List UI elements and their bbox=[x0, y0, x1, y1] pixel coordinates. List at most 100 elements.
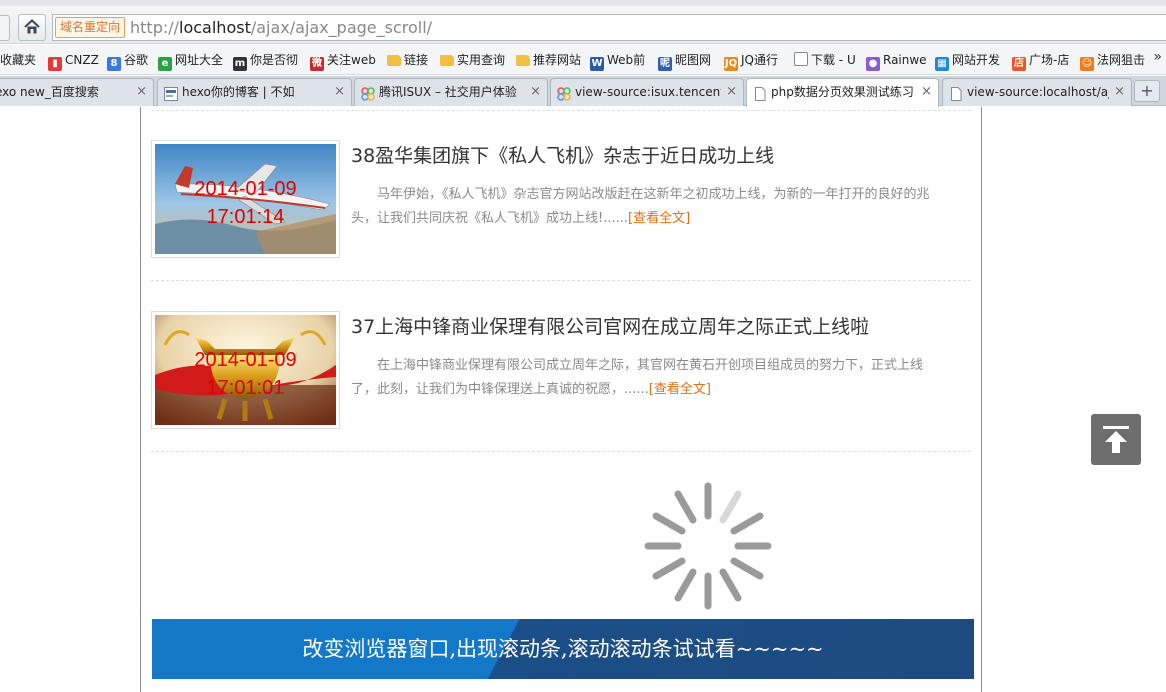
spinner-bar bbox=[652, 512, 686, 535]
browser-tab[interactable]: exo new_百度搜索 × bbox=[0, 78, 154, 106]
bookmark-label: 网站开发 bbox=[952, 53, 1001, 67]
folder-icon bbox=[440, 55, 454, 66]
bookmark-item[interactable]: ● Rainwe bbox=[866, 52, 927, 71]
address-bar[interactable]: 域名重定向 http://localhost/ajax/ajax_page_sc… bbox=[52, 14, 1166, 41]
new-tab-button[interactable]: + bbox=[1134, 80, 1160, 102]
spinner-bar bbox=[730, 512, 764, 535]
post-time: 17:01:01 bbox=[206, 377, 285, 399]
bookmarks-more-button[interactable]: » bbox=[1153, 49, 1162, 65]
bookmark-label: 链接 bbox=[404, 53, 429, 67]
post-time: 17:01:14 bbox=[206, 206, 285, 228]
article-item: 2014-01-09 17:01:14 38盈华集团旗下《私人飞机》杂志于近日成… bbox=[151, 140, 971, 260]
tab-close-button[interactable]: × bbox=[334, 84, 345, 99]
address-toolbar: 域名重定向 http://localhost/ajax/ajax_page_sc… bbox=[0, 0, 1166, 44]
bookmark-label: Web前 bbox=[607, 53, 646, 67]
spinner-bar bbox=[674, 568, 697, 602]
home-button[interactable] bbox=[18, 14, 46, 41]
browser-tab[interactable]: hexo你的博客 | 不如 × bbox=[157, 78, 352, 106]
weibo-icon: 微 bbox=[310, 57, 324, 71]
bookmark-label: 收藏夹 bbox=[0, 53, 37, 67]
bookmark-item[interactable]: 实用查询 bbox=[440, 52, 505, 68]
isux-icon bbox=[361, 86, 375, 101]
browser-tab[interactable]: 腾讯ISUX – 社交用户体验 × bbox=[354, 78, 548, 106]
page-icon bbox=[794, 52, 808, 66]
bookmark-label: 法网狙击 bbox=[1097, 53, 1146, 67]
loading-spinner-icon bbox=[644, 482, 772, 610]
bookmark-item[interactable]: 呢昵图网 bbox=[658, 52, 712, 71]
bookmark-item[interactable]: 微关注web bbox=[310, 52, 376, 71]
spinner-bar bbox=[719, 568, 742, 602]
tab-close-button[interactable]: × bbox=[921, 84, 932, 99]
w-logo-icon: W bbox=[590, 57, 604, 71]
bookmark-item[interactable]: W Web前 bbox=[590, 52, 646, 71]
home-icon bbox=[24, 19, 40, 34]
folder-icon bbox=[516, 55, 530, 66]
bookmark-item[interactable]: e 网址大全 bbox=[158, 52, 224, 71]
page-viewport: 2014-01-09 17:01:14 38盈华集团旗下《私人飞机》杂志于近日成… bbox=[0, 107, 1166, 692]
divider bbox=[151, 280, 971, 281]
tab-title: view-source:localhost/aj bbox=[967, 85, 1109, 99]
isux-icon bbox=[557, 86, 571, 101]
spinner-bar bbox=[652, 557, 686, 580]
bookmark-item[interactable]: 推荐网站 bbox=[516, 52, 581, 68]
browser-tab[interactable]: php数据分页效果测试练习 × bbox=[746, 78, 939, 107]
back-to-top-icon bbox=[1103, 426, 1129, 453]
spinner-bar bbox=[674, 490, 697, 524]
divider bbox=[151, 451, 971, 452]
bookmark-item[interactable]: ☺ 法网狙击 bbox=[1080, 52, 1146, 71]
article-summary: 马年伊始，《私人飞机》杂志官方网站改版赶在这新年之初成功上线，为新的一年打开的良… bbox=[351, 187, 930, 226]
page-icon bbox=[949, 86, 963, 101]
read-more-link[interactable]: [查看全文] bbox=[628, 211, 690, 226]
bookmark-item[interactable]: JQ JQ通行 bbox=[724, 52, 778, 71]
bookmark-label: 谷歌 bbox=[124, 53, 149, 67]
page-icon bbox=[753, 86, 767, 101]
apple-icon: ● bbox=[866, 57, 880, 71]
article-summary: 在上海中锋商业保理有限公司成立周年之际，其官网在黄石开创项目组成员的努力下，正式… bbox=[351, 358, 924, 397]
tab-title: php数据分页效果测试练习 bbox=[771, 85, 914, 99]
article-title[interactable]: 38盈华集团旗下《私人飞机》杂志于近日成功上线 bbox=[351, 143, 774, 169]
browser-tab[interactable]: view-source:isux.tencent × bbox=[550, 78, 744, 106]
bookmark-item[interactable]: 店广场-店 bbox=[1012, 52, 1070, 71]
jq-icon: JQ bbox=[724, 57, 738, 71]
bookmark-label: 广场-店 bbox=[1029, 53, 1070, 67]
browser-logo-icon: e bbox=[158, 57, 172, 71]
spinner-bar bbox=[719, 490, 742, 524]
chart-icon: ▮ bbox=[48, 57, 62, 71]
redirect-badge[interactable]: 域名重定向 bbox=[55, 17, 126, 38]
bookmark-item[interactable]: ▮ CNZZ bbox=[48, 52, 99, 71]
bookmark-item[interactable]: 链接 bbox=[387, 52, 428, 68]
article-thumbnail[interactable]: 2014-01-09 17:01:01 bbox=[151, 311, 340, 429]
folder-icon bbox=[387, 55, 401, 66]
shop-icon: 店 bbox=[1012, 57, 1026, 71]
article-item: 2014-01-09 17:01:01 37上海中锋商业保理有限公司官网在成立周… bbox=[151, 311, 971, 431]
browser-tab[interactable]: view-source:localhost/aj × bbox=[942, 78, 1132, 106]
tab-close-button[interactable]: × bbox=[1114, 84, 1125, 99]
tab-close-button[interactable]: × bbox=[136, 84, 147, 99]
bookmark-label: CNZZ bbox=[65, 53, 99, 67]
back-to-top-button[interactable] bbox=[1091, 414, 1141, 465]
url-text[interactable]: http://localhost/ajax/ajax_page_scroll/ bbox=[130, 17, 432, 39]
google-icon: 8 bbox=[107, 57, 121, 71]
read-more-link[interactable]: [查看全文] bbox=[649, 382, 711, 397]
article-thumbnail[interactable]: 2014-01-09 17:01:14 bbox=[151, 140, 340, 258]
bookmark-label: 下载 - U bbox=[811, 53, 856, 67]
bookmark-item[interactable]: m 你是否彻 bbox=[233, 52, 298, 71]
post-date: 2014-01-09 bbox=[194, 178, 297, 200]
back-button[interactable] bbox=[0, 15, 10, 41]
article-title[interactable]: 37上海中锋商业保理有限公司官网在成立周年之际正式上线啦 bbox=[351, 314, 869, 340]
bookmark-item[interactable]: ▦ 网站开发 bbox=[935, 52, 1001, 71]
bookmark-label: 关注web bbox=[327, 53, 376, 67]
bookmark-label: 推荐网站 bbox=[533, 53, 582, 67]
bookmark-label: 网址大全 bbox=[175, 53, 224, 67]
bookmarks-bar: » ★收藏夹 ▮CNZZ 8谷歌 e网址大全 m你是否彻微关注web 链接 实用查询 推荐网站… bbox=[0, 45, 1166, 75]
bookmark-item[interactable]: ★收藏夹 bbox=[0, 52, 36, 68]
bookmark-label: 昵图网 bbox=[675, 53, 712, 67]
bookmark-item[interactable]: 下载 - U bbox=[794, 52, 856, 68]
tab-close-button[interactable]: × bbox=[726, 84, 737, 99]
tab-strip: + exo new_百度搜索 × hexo你的博客 | 不如 × 腾讯ISUX – 社交… bbox=[0, 76, 1166, 107]
tab-title: hexo你的博客 | 不如 bbox=[182, 85, 295, 99]
tab-title: view-source:isux.tencent bbox=[575, 85, 721, 99]
bookmark-label: Rainwe bbox=[883, 53, 927, 67]
tab-close-button[interactable]: × bbox=[530, 84, 541, 99]
bookmark-item[interactable]: 8 谷歌 bbox=[107, 52, 149, 71]
